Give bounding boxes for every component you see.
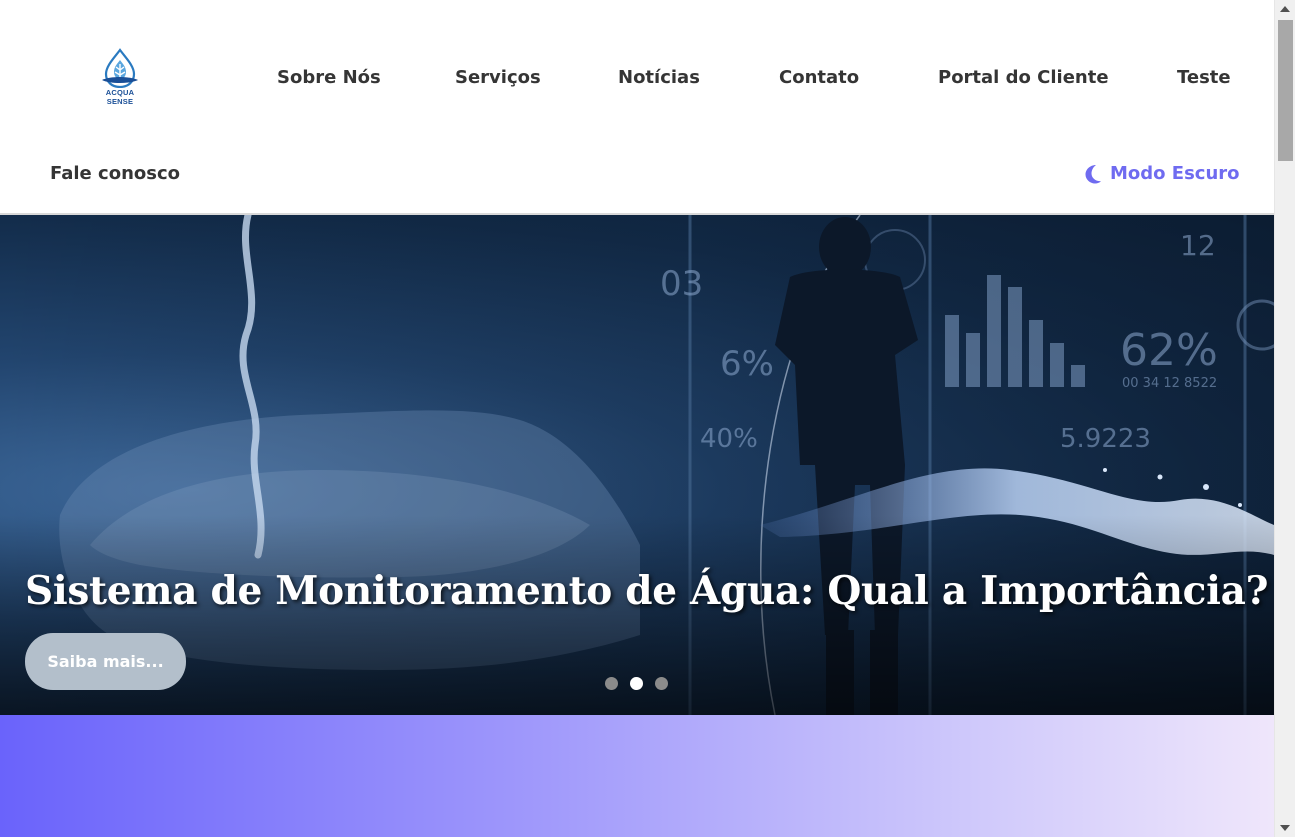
scrollbar-thumb[interactable] [1278, 20, 1293, 161]
nav-portal-do-cliente[interactable]: Portal do Cliente [938, 67, 1109, 88]
nav-fale-conosco[interactable]: Fale conosco [50, 163, 180, 184]
carousel-indicators [605, 677, 668, 690]
nav-teste[interactable]: Teste [1177, 67, 1231, 88]
saiba-mais-button[interactable]: Saiba mais... [25, 633, 186, 690]
page: ACQUA SENSE Sobre Nós Serviços Notícias … [0, 0, 1274, 837]
logo[interactable]: ACQUA SENSE [92, 48, 148, 106]
hero-carousel: 62% 5.9223 40% 6% 03 00 34 12 8522 12 [0, 215, 1274, 715]
nav-noticias[interactable]: Notícias [618, 67, 700, 88]
gradient-section [0, 715, 1274, 837]
hero-background-image: 62% 5.9223 40% 6% 03 00 34 12 8522 12 [0, 215, 1274, 715]
vertical-scrollbar[interactable] [1274, 0, 1295, 837]
carousel-dot-3[interactable] [655, 677, 668, 690]
hero-title: Sistema de Monitoramento de Água: Qual a… [25, 568, 1269, 614]
moon-icon [1085, 164, 1101, 183]
scroll-up-arrow-icon[interactable] [1280, 6, 1290, 12]
nav-servicos[interactable]: Serviços [455, 67, 541, 88]
carousel-dot-2[interactable] [630, 677, 643, 690]
carousel-dot-1[interactable] [605, 677, 618, 690]
nav-sobre-nos[interactable]: Sobre Nós [277, 67, 381, 88]
site-header: ACQUA SENSE Sobre Nós Serviços Notícias … [0, 0, 1274, 215]
dark-mode-label: Modo Escuro [1110, 163, 1240, 184]
dark-mode-toggle[interactable]: Modo Escuro [1084, 163, 1240, 184]
logo-text: ACQUA SENSE [105, 88, 135, 106]
water-drop-logo-icon [102, 48, 138, 89]
nav-contato[interactable]: Contato [779, 67, 859, 88]
scroll-down-arrow-icon[interactable] [1280, 825, 1290, 831]
